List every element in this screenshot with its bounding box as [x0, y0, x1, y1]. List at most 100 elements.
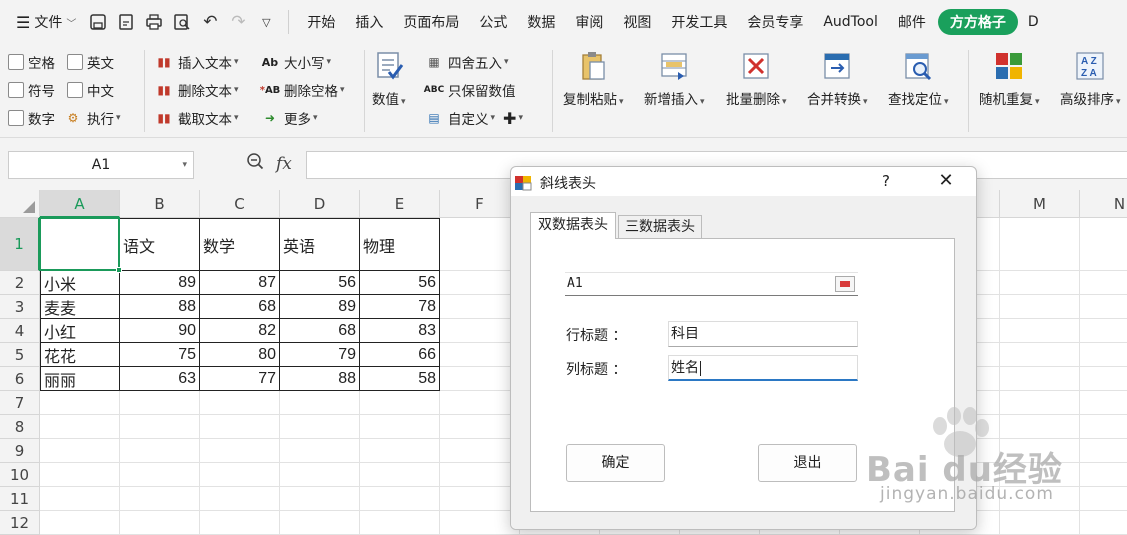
- grid-cell[interactable]: [40, 511, 120, 535]
- grid-cell[interactable]: [1080, 295, 1127, 319]
- tab-mail[interactable]: 邮件: [888, 0, 936, 44]
- grid-cell[interactable]: [1000, 218, 1080, 271]
- grid-cell[interactable]: [1080, 367, 1127, 391]
- grid-cell[interactable]: [280, 487, 360, 511]
- grid-cell[interactable]: [1000, 415, 1080, 439]
- tab-formulas[interactable]: 公式: [469, 0, 517, 44]
- grid-cell[interactable]: [120, 487, 200, 511]
- tab-home[interactable]: 开始: [297, 0, 345, 44]
- column-header[interactable]: A: [40, 190, 120, 218]
- save-icon[interactable]: [86, 11, 110, 33]
- execute-button[interactable]: ⚙ 执行 ▾: [63, 108, 121, 128]
- delete-space-button[interactable]: * AB 删除空格 ▾: [260, 76, 345, 104]
- redo-icon[interactable]: ↷: [226, 11, 250, 33]
- column-header[interactable]: C: [200, 190, 280, 218]
- grid-cell[interactable]: [40, 415, 120, 439]
- grid-cell[interactable]: [1080, 218, 1127, 271]
- grid-cell[interactable]: [200, 487, 280, 511]
- grid-cell[interactable]: [1080, 391, 1127, 415]
- grid-cell[interactable]: [120, 439, 200, 463]
- name-cell[interactable]: 花花: [40, 343, 120, 367]
- grid-cell[interactable]: [200, 511, 280, 535]
- value-button[interactable]: 数值 ▾: [372, 48, 406, 108]
- grid-cell[interactable]: [440, 511, 520, 535]
- case-button[interactable]: Ab 大小写 ▾: [260, 48, 345, 76]
- grid-cell[interactable]: [1080, 487, 1127, 511]
- tab-triple-header[interactable]: 三数据表头: [618, 215, 702, 238]
- close-icon[interactable]: ✕: [936, 170, 956, 191]
- row-title-input[interactable]: 科目: [668, 321, 858, 347]
- row-header[interactable]: 1: [0, 218, 40, 271]
- grid-cell[interactable]: [360, 487, 440, 511]
- grid-cell[interactable]: [120, 463, 200, 487]
- tab-fangfang-gezi[interactable]: 方方格子: [937, 9, 1018, 35]
- grid-cell[interactable]: [1000, 367, 1080, 391]
- grid-cell[interactable]: [440, 271, 520, 295]
- tab-data[interactable]: 数据: [517, 0, 565, 44]
- score-cell[interactable]: 66: [360, 343, 440, 367]
- header-cell[interactable]: 数学: [200, 218, 280, 271]
- grid-cell[interactable]: [440, 343, 520, 367]
- grid-cell[interactable]: [1080, 463, 1127, 487]
- score-cell[interactable]: 87: [200, 271, 280, 295]
- ok-button[interactable]: 确定: [566, 444, 665, 482]
- grid-cell[interactable]: [440, 218, 520, 271]
- space-checkbox[interactable]: [8, 54, 24, 70]
- row-header[interactable]: 3: [0, 295, 40, 319]
- grid-cell[interactable]: [1080, 271, 1127, 295]
- extract-text-button[interactable]: ▮▮ 截取文本 ▾: [154, 104, 238, 132]
- fill-handle[interactable]: [116, 267, 122, 273]
- row-header[interactable]: 5: [0, 343, 40, 367]
- grid-cell[interactable]: [280, 391, 360, 415]
- tab-member[interactable]: 会员专享: [737, 0, 813, 44]
- grid-cell[interactable]: [280, 463, 360, 487]
- score-cell[interactable]: 90: [120, 319, 200, 343]
- grid-cell[interactable]: [40, 463, 120, 487]
- name-box[interactable]: A1 ▾: [8, 151, 194, 179]
- score-cell[interactable]: 88: [280, 367, 360, 391]
- grid-cell[interactable]: [1080, 343, 1127, 367]
- grid-cell[interactable]: [280, 439, 360, 463]
- customize-toolbar-icon[interactable]: ▽: [254, 11, 278, 33]
- column-title-input[interactable]: 姓名: [668, 355, 858, 381]
- grid-cell[interactable]: [440, 295, 520, 319]
- grid-cell[interactable]: [1000, 391, 1080, 415]
- tab-audtool[interactable]: AudTool: [813, 0, 888, 44]
- symbol-checkbox[interactable]: [8, 82, 24, 98]
- name-cell[interactable]: 丽丽: [40, 367, 120, 391]
- column-header[interactable]: D: [280, 190, 360, 218]
- cell-reference-input[interactable]: A1: [565, 272, 858, 296]
- grid-cell[interactable]: [200, 463, 280, 487]
- copy-paste-button[interactable]: 复制粘贴 ▾: [563, 48, 624, 108]
- grid-cell[interactable]: [200, 391, 280, 415]
- row-header[interactable]: 10: [0, 463, 40, 487]
- score-cell[interactable]: 82: [200, 319, 280, 343]
- grid-cell[interactable]: [120, 391, 200, 415]
- header-cell[interactable]: 英语: [280, 218, 360, 271]
- merge-convert-button[interactable]: 合并转换 ▾: [807, 48, 868, 108]
- row-header[interactable]: 4: [0, 319, 40, 343]
- file-menu[interactable]: ☰ 文件 ﹀: [0, 0, 84, 44]
- tab-double-header[interactable]: 双数据表头: [530, 212, 616, 239]
- grid-cell[interactable]: [280, 511, 360, 535]
- round-button[interactable]: ▦ 四舍五入 ▾: [424, 48, 523, 76]
- grid-cell[interactable]: [280, 415, 360, 439]
- fx-icon[interactable]: fx: [276, 154, 292, 174]
- score-cell[interactable]: 68: [200, 295, 280, 319]
- grid-cell[interactable]: [200, 415, 280, 439]
- name-cell[interactable]: 小红: [40, 319, 120, 343]
- grid-cell[interactable]: [40, 439, 120, 463]
- custom-button[interactable]: ▤ 自定义 ▾: [424, 108, 495, 128]
- score-cell[interactable]: 56: [280, 271, 360, 295]
- plus-button[interactable]: ✚ ▾: [503, 109, 523, 128]
- grid-cell[interactable]: [360, 391, 440, 415]
- column-header[interactable]: E: [360, 190, 440, 218]
- grid-cell[interactable]: [120, 511, 200, 535]
- advanced-sort-button[interactable]: A ZZ A 高级排序 ▾: [1060, 48, 1121, 108]
- undo-icon[interactable]: ↶: [198, 11, 222, 33]
- grid-cell[interactable]: [1000, 343, 1080, 367]
- chinese-checkbox[interactable]: [67, 82, 83, 98]
- score-cell[interactable]: 78: [360, 295, 440, 319]
- tab-page-layout[interactable]: 页面布局: [393, 0, 469, 44]
- grid-cell[interactable]: [1000, 271, 1080, 295]
